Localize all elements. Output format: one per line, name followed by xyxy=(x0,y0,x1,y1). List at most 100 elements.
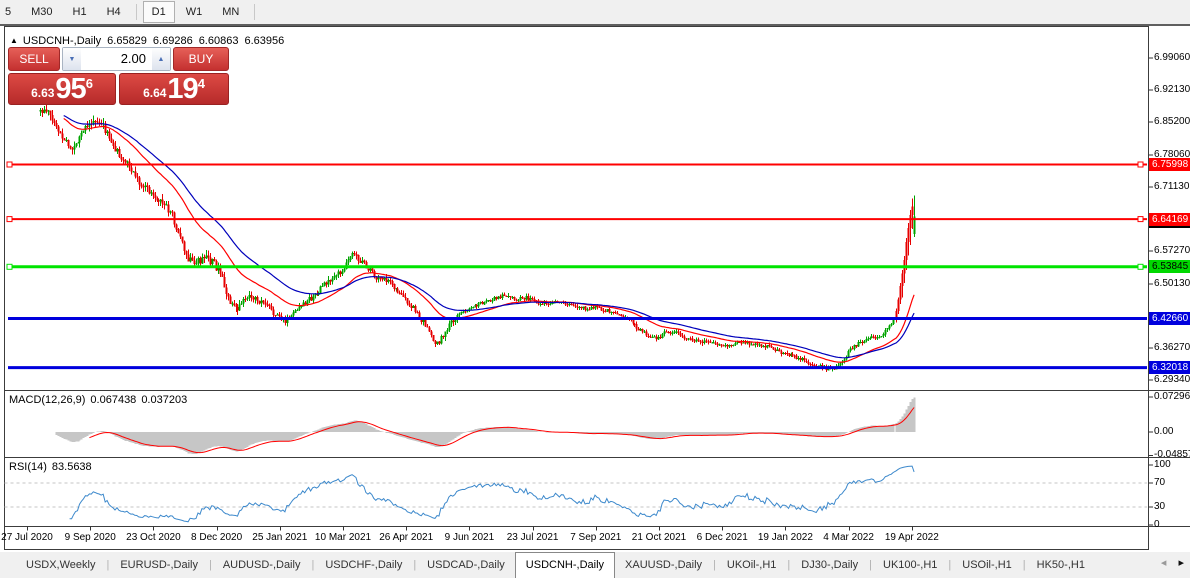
bid-price-main: 6.63 xyxy=(31,84,54,103)
timeframe-button-w1[interactable]: W1 xyxy=(177,1,212,23)
toolbar-separator xyxy=(254,4,255,20)
tab-separator: | xyxy=(209,559,212,571)
price-axis-tick: 6.99060 xyxy=(1154,52,1190,63)
timeframe-toolbar: 5M30H1H4 D1W1MN xyxy=(0,0,1190,24)
bid-price-point: 6 xyxy=(86,76,93,91)
timeframe-button-h1[interactable]: H1 xyxy=(64,1,96,23)
date-axis-label: 23 Oct 2020 xyxy=(126,532,180,543)
date-axis-label: 25 Jan 2021 xyxy=(252,532,307,543)
level-price-badge: 6.32018 xyxy=(1149,361,1190,374)
chart-tab-usdchf[interactable]: USDCHF-,Daily xyxy=(315,553,412,577)
tab-separator: | xyxy=(948,559,951,571)
timeframe-button-d1[interactable]: D1 xyxy=(143,1,175,23)
date-axis-label: 21 Oct 2021 xyxy=(632,532,686,543)
level-price-badge: 6.53845 xyxy=(1149,260,1190,273)
price-axis-tick: 6.50130 xyxy=(1154,278,1190,289)
tab-separator: | xyxy=(311,559,314,571)
rsi-axis-tick: 70 xyxy=(1154,477,1165,488)
hline-handle[interactable] xyxy=(1138,264,1143,269)
date-axis-label: 27 Jul 2020 xyxy=(1,532,53,543)
ohlc-low: 6.60863 xyxy=(199,35,239,47)
ohlc-open: 6.65829 xyxy=(107,35,147,47)
timeframe-button-h4[interactable]: H4 xyxy=(98,1,130,23)
level-price-badge: 6.75998 xyxy=(1149,158,1190,171)
timeframe-button-m30[interactable]: M30 xyxy=(22,1,61,23)
tab-separator: | xyxy=(106,559,109,571)
date-axis-label: 26 Apr 2021 xyxy=(379,532,433,543)
level-price-badge: 6.64169 xyxy=(1149,213,1190,226)
hline-handle[interactable] xyxy=(7,217,12,222)
volume-stepper: ▼ 2.00 ▲ xyxy=(62,47,171,71)
volume-increase-button[interactable]: ▲ xyxy=(152,48,170,70)
one-click-trade-panel: SELL ▼ 2.00 ▲ BUY 6.63956 6.64194 xyxy=(8,47,229,105)
timeframe-button-5[interactable]: 5 xyxy=(0,1,20,23)
macd-signal-value: 0.037203 xyxy=(141,394,187,406)
tab-scroll-left-icon[interactable]: ◂ xyxy=(1161,557,1167,569)
rsi-axis-tick: 100 xyxy=(1154,459,1171,470)
hline-handle[interactable] xyxy=(7,264,12,269)
tab-scroll-arrows: ◂ ▸ xyxy=(1152,556,1184,569)
tab-separator: | xyxy=(713,559,716,571)
date-axis-label: 7 Sep 2021 xyxy=(570,532,621,543)
date-axis-label: 23 Jul 2021 xyxy=(507,532,559,543)
ask-price-pips: 19 xyxy=(167,76,197,103)
symbol-tabbar: USDX,Weekly|EURUSD-,Daily|AUDUSD-,Daily|… xyxy=(0,552,1190,578)
chart-tab-usdcad[interactable]: USDCAD-,Daily xyxy=(417,553,515,577)
chart-tab-dj30[interactable]: DJ30-,Daily xyxy=(791,553,868,577)
date-axis-label: 9 Jun 2021 xyxy=(445,532,495,543)
toolbar-separator xyxy=(136,4,137,20)
date-axis-label: 19 Jan 2022 xyxy=(758,532,813,543)
ohlc-high: 6.69286 xyxy=(153,35,193,47)
chart-tab-usoil[interactable]: USOil-,H1 xyxy=(952,553,1022,577)
chart-tab-usdcnh[interactable]: USDCNH-,Daily xyxy=(515,552,615,578)
hline-handle[interactable] xyxy=(7,162,12,167)
tab-separator: | xyxy=(869,559,872,571)
ask-price-point: 4 xyxy=(198,76,205,91)
rsi-name: RSI(14) xyxy=(9,461,47,473)
collapse-chart-icon[interactable]: ▲ xyxy=(10,36,18,45)
price-axis-tick: 6.85200 xyxy=(1154,116,1190,127)
macd-value: 0.067438 xyxy=(90,394,136,406)
price-axis-tick: 6.92130 xyxy=(1154,84,1190,95)
macd-axis-tick: 0.072963 xyxy=(1154,391,1190,402)
timeframe-button-mn[interactable]: MN xyxy=(213,1,248,23)
volume-decrease-button[interactable]: ▼ xyxy=(63,48,81,70)
date-axis-label: 10 Mar 2021 xyxy=(315,532,371,543)
toolbar-divider xyxy=(0,24,1190,26)
macd-indicator-label: MACD(12,26,9) 0.067438 0.037203 xyxy=(9,394,192,406)
tab-separator: | xyxy=(413,559,416,571)
rsi-value: 83.5638 xyxy=(52,461,92,473)
date-axis-label: 8 Dec 2020 xyxy=(191,532,242,543)
chart-title: ▲ USDCNH-,Daily 6.65829 6.69286 6.60863 6.639… xyxy=(10,35,284,47)
volume-input[interactable]: 2.00 xyxy=(81,48,152,70)
rsi-axis-tick: 0 xyxy=(1154,519,1160,530)
hline-handle[interactable] xyxy=(1138,162,1143,167)
hline-handle[interactable] xyxy=(1138,217,1143,222)
price-axis-tick: 6.57270 xyxy=(1154,245,1190,256)
chart-symbol-label: USDCNH-,Daily xyxy=(23,35,101,47)
bid-price-pips: 95 xyxy=(55,76,85,103)
chart-tab-uk100[interactable]: UK100-,H1 xyxy=(873,553,947,577)
level-price-badge: 6.42660 xyxy=(1149,312,1190,325)
price-axis-tick: 6.71130 xyxy=(1154,181,1189,192)
chart-tab-audusd[interactable]: AUDUSD-,Daily xyxy=(213,553,311,577)
sell-button[interactable]: SELL xyxy=(8,47,60,71)
date-axis-label: 4 Mar 2022 xyxy=(823,532,874,543)
chart-tab-xauusd[interactable]: XAUUSD-,Daily xyxy=(615,553,712,577)
price-axis-tick: 6.29340 xyxy=(1154,374,1190,385)
chart-tab-ukoil[interactable]: UKOil-,H1 xyxy=(717,553,787,577)
macd-name: MACD(12,26,9) xyxy=(9,394,85,406)
chart-tab-usdx[interactable]: USDX,Weekly xyxy=(16,553,105,577)
chart-tab-eurusd[interactable]: EURUSD-,Daily xyxy=(110,553,208,577)
chart-tab-hk50[interactable]: HK50-,H1 xyxy=(1027,553,1095,577)
tab-separator: | xyxy=(787,559,790,571)
date-axis-label: 6 Dec 2021 xyxy=(697,532,748,543)
date-axis-label: 19 Apr 2022 xyxy=(885,532,939,543)
tab-scroll-right-icon[interactable]: ▸ xyxy=(1178,557,1184,569)
ask-price-box[interactable]: 6.64194 xyxy=(119,73,229,105)
bid-price-box[interactable]: 6.63956 xyxy=(8,73,116,105)
rsi-axis-tick: 30 xyxy=(1154,501,1165,512)
buy-button[interactable]: BUY xyxy=(173,47,229,71)
ask-price-main: 6.64 xyxy=(143,84,166,103)
ohlc-close: 6.63956 xyxy=(244,35,284,47)
